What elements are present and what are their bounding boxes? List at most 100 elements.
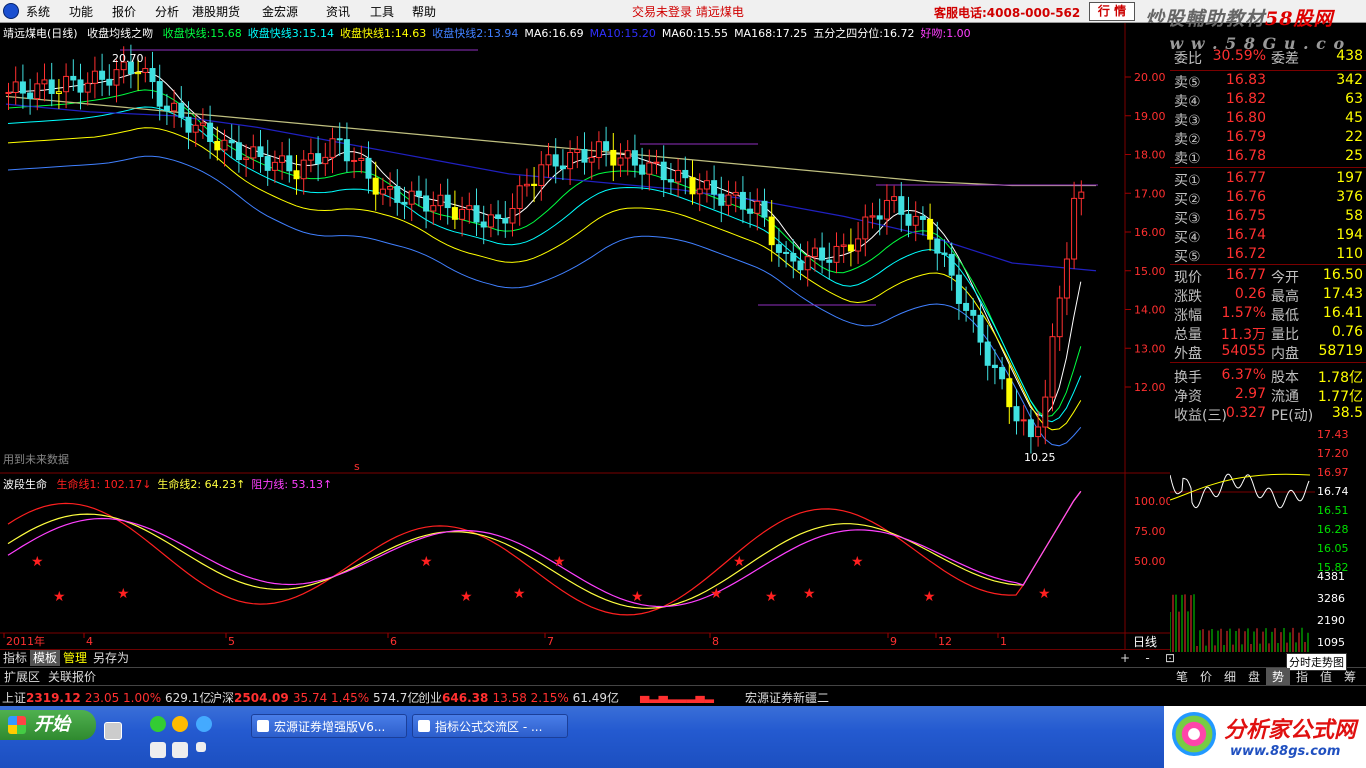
- candle-body: [1006, 378, 1013, 408]
- quote-value: 16.72: [1225, 246, 1266, 262]
- menu-system[interactable]: 系统: [26, 3, 50, 20]
- candle-body: [912, 215, 919, 226]
- zoom-out-button[interactable]: -: [1145, 651, 1149, 665]
- quote-label: 总量: [1174, 327, 1202, 343]
- tab-related-quote[interactable]: 关联报价: [48, 670, 96, 684]
- candle-body: [408, 190, 415, 205]
- taskbar-window-1[interactable]: 宏源证券增强版V6...: [251, 714, 407, 738]
- mini-axis-label: 3286: [1317, 592, 1345, 605]
- sub-indicator-bar[interactable]: 波段生命 生命线1: 102.17↓ 生命线2: 64.23↑ 阻力线: 53.13…: [3, 476, 344, 492]
- candle-body: [1013, 406, 1020, 422]
- right-tab[interactable]: 值: [1314, 668, 1338, 685]
- quote-label: 量比: [1271, 327, 1299, 343]
- tab-save-as[interactable]: 另存为: [90, 650, 132, 666]
- menu-analysis[interactable]: 分析: [155, 3, 179, 20]
- index-item[interactable]: 上证2319.12 23.05 1.00% 629.1亿: [2, 689, 211, 706]
- menu-function[interactable]: 功能: [69, 3, 93, 20]
- windows-taskbar: 开始 宏源证券增强版V6... 指标公式交流区 - ...: [0, 706, 1366, 768]
- candle-body: [163, 105, 170, 112]
- candle-body: [531, 183, 538, 186]
- candle-body: [113, 69, 120, 86]
- candle-body: [235, 142, 242, 161]
- date-tick-label: 5: [228, 635, 235, 648]
- zoom-fit-button[interactable]: ⊡: [1165, 651, 1175, 665]
- signal-star-icon: ★: [765, 589, 778, 605]
- tab-indicator[interactable]: 指标: [0, 650, 30, 666]
- app-logo-icon[interactable]: [3, 3, 19, 19]
- indicator-name: 收盘均线之吻: [87, 27, 154, 40]
- quote-value: 1.78亿: [1317, 370, 1363, 386]
- candle-body: [430, 205, 437, 212]
- quote-value: 54055: [1221, 343, 1266, 359]
- help-icon[interactable]: [172, 742, 188, 758]
- price-tick-label: 18.00: [1134, 149, 1166, 162]
- right-tab[interactable]: 指: [1290, 668, 1314, 685]
- menu-quote[interactable]: 报价: [112, 3, 136, 20]
- indicator-line-label: 五分之四分位:16.72: [813, 27, 915, 40]
- candle-body: [963, 302, 970, 311]
- quote-button[interactable]: 行 情: [1089, 2, 1135, 21]
- tab-template[interactable]: 模板: [30, 650, 61, 666]
- quicklaunch-yellow-icon[interactable]: [172, 716, 188, 732]
- candle-body: [891, 196, 898, 201]
- service-phone: 客服电话:4008-000-562: [934, 6, 1081, 20]
- right-tab[interactable]: 筹: [1338, 668, 1362, 685]
- start-button[interactable]: 开始: [0, 710, 96, 740]
- candle-body: [473, 205, 480, 223]
- candle-body: [1035, 426, 1042, 438]
- candle-body: [574, 149, 581, 153]
- tab-manage[interactable]: 管理: [60, 650, 90, 666]
- show-desktop-icon[interactable]: [104, 722, 122, 740]
- candle-body: [228, 139, 235, 144]
- taskbar-window-2[interactable]: 指标公式交流区 - ...: [412, 714, 568, 738]
- quicklaunch-blue-icon[interactable]: [196, 716, 212, 732]
- right-tab[interactable]: 价: [1194, 668, 1218, 685]
- right-tab[interactable]: 笔: [1170, 668, 1194, 685]
- candle-body: [847, 244, 854, 252]
- menu-help[interactable]: 帮助: [412, 3, 436, 20]
- mini-axis-label: 16.28: [1317, 523, 1349, 536]
- right-tab[interactable]: 势: [1266, 668, 1290, 685]
- index-item[interactable]: 沪深2504.09 35.74 1.45% 574.7亿: [210, 689, 419, 706]
- price-tick-label: 13.00: [1134, 342, 1166, 355]
- right-tab[interactable]: 细: [1218, 668, 1242, 685]
- keyboard-icon[interactable]: [150, 742, 166, 758]
- candle-body: [689, 177, 696, 195]
- menu-hk-futures[interactable]: 港股期货: [192, 3, 240, 20]
- zoom-in-button[interactable]: +: [1120, 651, 1130, 665]
- signal-star-icon: ★: [923, 589, 936, 605]
- sub-line-label: 生命线1: 102.17↓: [56, 478, 152, 491]
- main-indicator-bar[interactable]: 靖远煤电(日线) 收盘均线之吻 收盘快线:15.68 收盘快线3:15.14 收盘快…: [3, 25, 983, 41]
- signal-star-icon: ★: [631, 589, 644, 605]
- candle-body: [394, 186, 401, 203]
- quote-value: 17.43: [1322, 286, 1363, 302]
- trade-notice[interactable]: 交易未登录 靖远煤电: [632, 3, 744, 20]
- candle-body: [271, 161, 278, 171]
- right-tab[interactable]: 盘: [1242, 668, 1266, 685]
- quote-label: 委差: [1271, 51, 1299, 67]
- menu-jinhongyuan[interactable]: 金宏源: [262, 3, 298, 20]
- intraday-mini-chart[interactable]: 17.4317.2016.9716.7416.5116.2816.0515.82…: [1170, 430, 1366, 652]
- kline-chart-area[interactable]: 20.00 19.00 18.00 17.00 16.00 15.00 14.00 13.00…: [0, 23, 1170, 649]
- candle-body: [977, 314, 984, 343]
- quicklaunch-green-icon[interactable]: [150, 716, 166, 732]
- candle-body: [833, 245, 840, 263]
- quote-row: 买③ 16.75 58: [1170, 208, 1366, 227]
- candle-body: [948, 253, 955, 276]
- period-label[interactable]: 日线: [1133, 633, 1157, 650]
- candle-body: [401, 201, 408, 205]
- index-change: 23.05 1.00%: [84, 691, 165, 705]
- candle-body: [1027, 419, 1034, 438]
- panel-divider: [1170, 362, 1366, 363]
- tab-extension-area[interactable]: 扩展区: [4, 670, 40, 684]
- candle-body: [387, 186, 394, 190]
- candle-body: [307, 153, 314, 161]
- quote-value: 0.26: [1234, 286, 1266, 302]
- candle-body: [264, 156, 271, 171]
- window-icon[interactable]: [196, 742, 206, 752]
- menu-tools[interactable]: 工具: [370, 3, 394, 20]
- index-item[interactable]: 创业646.38 13.58 2.15% 61.49亿: [418, 689, 619, 706]
- quote-label: 卖②: [1174, 132, 1201, 148]
- menu-news[interactable]: 资讯: [326, 3, 350, 20]
- high-price-label: 20.70: [112, 52, 144, 65]
